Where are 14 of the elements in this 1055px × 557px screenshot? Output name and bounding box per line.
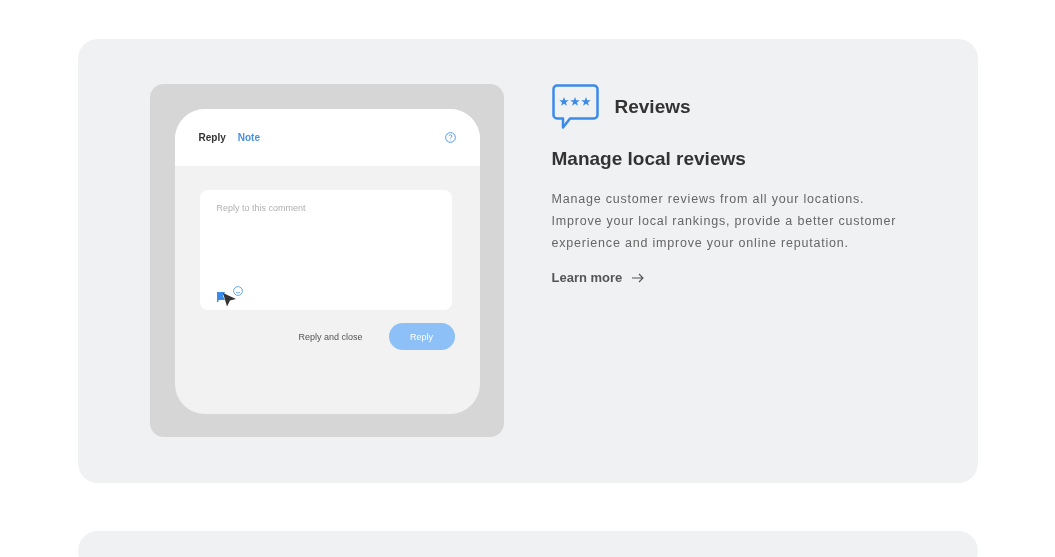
cursor-icon — [221, 292, 237, 307]
help-icon[interactable] — [444, 132, 456, 143]
arrow-right-icon — [632, 272, 645, 283]
reply-and-close-button[interactable]: Reply and close — [292, 330, 369, 343]
flag-icon[interactable] — [216, 292, 226, 302]
smiley-icon[interactable] — [232, 286, 243, 296]
tab[interactable]: Note — [237, 132, 260, 143]
tab[interactable]: Reply — [198, 132, 226, 143]
learn-more-link[interactable]: Learn more — [551, 270, 645, 285]
feature-heading: Manage local reviews — [551, 148, 747, 170]
review-stars-icon — [551, 84, 599, 130]
reply-input[interactable]: Reply to this comment — [199, 190, 452, 310]
feature-name: Reviews — [614, 96, 691, 118]
feature-description: Manage customer reviews from all your locations. Improve your local rankings, provide a better customer experience and improve your online reputation. — [551, 191, 897, 252]
